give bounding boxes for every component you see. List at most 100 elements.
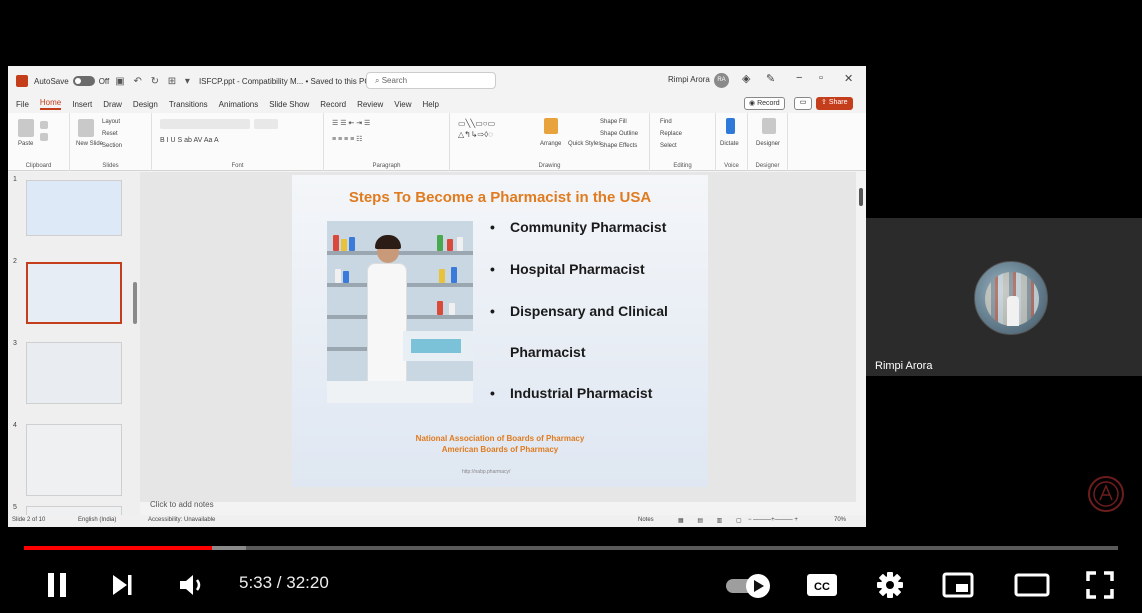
group-label-designer: Designer <box>755 163 780 169</box>
designer-label[interactable]: Designer <box>756 141 780 147</box>
view-buttons[interactable]: ▦ ▤ ▥ ▢ <box>678 517 748 524</box>
settings-gear-icon[interactable] <box>876 571 904 599</box>
menu-help[interactable]: Help <box>423 100 439 109</box>
menu-view[interactable]: View <box>394 100 411 109</box>
slide-thumbnail-3[interactable] <box>26 342 122 404</box>
group-label-clipboard: Clipboard <box>25 163 52 169</box>
font-name-box[interactable] <box>160 119 250 129</box>
menu-review[interactable]: Review <box>357 100 383 109</box>
font-size-box[interactable] <box>254 119 278 129</box>
shapes-gallery-row2[interactable]: △↰↳⇨◊◌ <box>458 130 493 139</box>
menu-draw[interactable]: Draw <box>103 100 122 109</box>
find-button[interactable]: Find <box>660 119 672 125</box>
editor-scrollbar[interactable] <box>859 188 863 206</box>
group-label-editing: Editing <box>673 163 692 169</box>
slide-footer-line: American Boards of Pharmacy <box>441 445 559 454</box>
layout-button[interactable]: Layout <box>102 119 120 125</box>
paste-icon[interactable] <box>18 119 34 137</box>
fullscreen-icon[interactable] <box>1086 571 1114 599</box>
current-slide[interactable]: Steps To Become a Pharmacist in the USA <box>292 175 708 487</box>
cut-icon[interactable] <box>40 121 48 129</box>
next-icon[interactable] <box>110 573 134 597</box>
copy-icon[interactable] <box>40 133 48 141</box>
group-label-drawing: Drawing <box>538 163 561 169</box>
menu-home[interactable]: Home <box>39 98 62 110</box>
menu-insert[interactable]: Insert <box>72 100 92 109</box>
ppt-menubar: File Home Insert Draw Design Transitions… <box>8 96 866 112</box>
ppt-search-box[interactable]: ⌕ Search <box>366 72 496 89</box>
new-slide-label[interactable]: New Slide <box>76 141 103 147</box>
align-buttons[interactable]: ≡ ≡ ≡ ≡ ☷ <box>332 135 362 143</box>
record-button[interactable]: ◉ Record <box>744 97 785 110</box>
ppt-user-avatar[interactable]: RA <box>714 73 729 88</box>
notes-placeholder: Click to add notes <box>150 500 214 509</box>
volume-icon[interactable] <box>178 572 210 598</box>
select-button[interactable]: Select <box>660 143 677 149</box>
slide-thumbnail-1[interactable] <box>26 180 122 236</box>
autosave-toggle[interactable] <box>72 76 95 86</box>
arrange-icon[interactable] <box>544 118 558 134</box>
progress-bar-played <box>24 546 212 550</box>
menu-animations[interactable]: Animations <box>219 100 259 109</box>
search-icon: ⌕ <box>375 76 382 85</box>
document-title[interactable]: ISFCP.ppt - Compatibility M... • Saved t… <box>199 77 370 86</box>
new-slide-icon[interactable] <box>78 119 94 137</box>
menu-file[interactable]: File <box>16 100 29 109</box>
shape-outline-button[interactable]: Shape Outline <box>600 131 638 137</box>
close-icon[interactable]: ✕ <box>844 72 853 85</box>
status-accessibility[interactable]: Accessibility: Unavailable <box>148 517 215 523</box>
theater-mode-icon[interactable] <box>1014 572 1050 598</box>
menu-design[interactable]: Design <box>133 100 158 109</box>
shapes-gallery[interactable]: ▭╲╲▭○▭ <box>458 119 495 128</box>
closed-captions-icon[interactable]: CC <box>806 573 838 597</box>
participant-avatar <box>974 261 1048 335</box>
font-format-buttons[interactable]: B I U S ab AV Aa A <box>160 137 219 144</box>
dictate-label[interactable]: Dictate <box>720 141 739 147</box>
channel-watermark-logo[interactable] <box>1088 476 1124 512</box>
slide-thumbnail-2[interactable] <box>26 262 122 324</box>
share-label: Share <box>828 99 848 106</box>
shape-effects-button[interactable]: Shape Effects <box>600 143 637 149</box>
autoplay-toggle[interactable] <box>726 573 772 599</box>
minimize-icon[interactable]: − <box>796 72 802 84</box>
thumbnails-scrollbar[interactable] <box>133 282 137 324</box>
record-label: Record <box>757 100 780 107</box>
arrange-label[interactable]: Arrange <box>540 141 561 147</box>
ribbon-group-editing: Find Replace Select Editing <box>650 113 716 171</box>
notes-pane[interactable]: Click to add notes <box>140 496 856 514</box>
autosave-label: AutoSave <box>34 76 69 86</box>
status-notes-button[interactable]: Notes <box>638 517 654 523</box>
maximize-icon[interactable]: ▫ <box>819 72 823 84</box>
pause-icon[interactable] <box>44 571 70 599</box>
diamond-icon[interactable]: ◈ <box>742 72 750 85</box>
menu-slide-show[interactable]: Slide Show <box>269 100 309 109</box>
status-zoom-level[interactable]: 70% <box>834 517 846 523</box>
quick-styles-label[interactable]: Quick Styles <box>568 141 601 147</box>
ribbon-group-clipboard: Paste Clipboard <box>8 113 70 171</box>
ppt-statusbar: Slide 2 of 10 English (India) Accessibil… <box>8 515 866 527</box>
bullet-item: • Community Pharmacist <box>490 219 667 235</box>
microphone-icon[interactable] <box>726 118 735 134</box>
quick-access-icons[interactable]: ▣ ↶ ↻ ⊞ ▾ <box>115 76 193 87</box>
thumb-number: 3 <box>13 340 17 347</box>
menu-record[interactable]: Record <box>320 100 346 109</box>
section-button[interactable]: Section <box>102 143 122 149</box>
pen-icon[interactable]: ✎ <box>766 72 775 85</box>
zoom-slider[interactable]: − ———+——— + <box>748 517 798 523</box>
reset-button[interactable]: Reset <box>102 131 118 137</box>
miniplayer-icon[interactable] <box>942 572 974 598</box>
paste-label[interactable]: Paste <box>18 141 33 147</box>
comments-button[interactable]: ▭ <box>794 97 812 110</box>
replace-button[interactable]: Replace <box>660 131 682 137</box>
video-player[interactable]: AutoSave Off ▣ ↶ ↻ ⊞ ▾ ISFCP.ppt - Compa… <box>0 0 1142 613</box>
share-button[interactable]: ⇪ Share <box>816 97 853 110</box>
ppt-user-name[interactable]: Rimpi Arora <box>668 75 710 84</box>
designer-icon[interactable] <box>762 118 776 134</box>
slide-thumbnail-4[interactable] <box>26 424 122 496</box>
shape-fill-button[interactable]: Shape Fill <box>600 119 627 125</box>
menu-transitions[interactable]: Transitions <box>169 100 208 109</box>
status-language[interactable]: English (India) <box>78 517 116 523</box>
group-label-paragraph: Paragraph <box>372 163 401 169</box>
list-buttons[interactable]: ☰ ☰ ⇤ ⇥ ☰ <box>332 119 370 127</box>
bullet-item: • Dispensary and Clinical <box>490 303 668 319</box>
